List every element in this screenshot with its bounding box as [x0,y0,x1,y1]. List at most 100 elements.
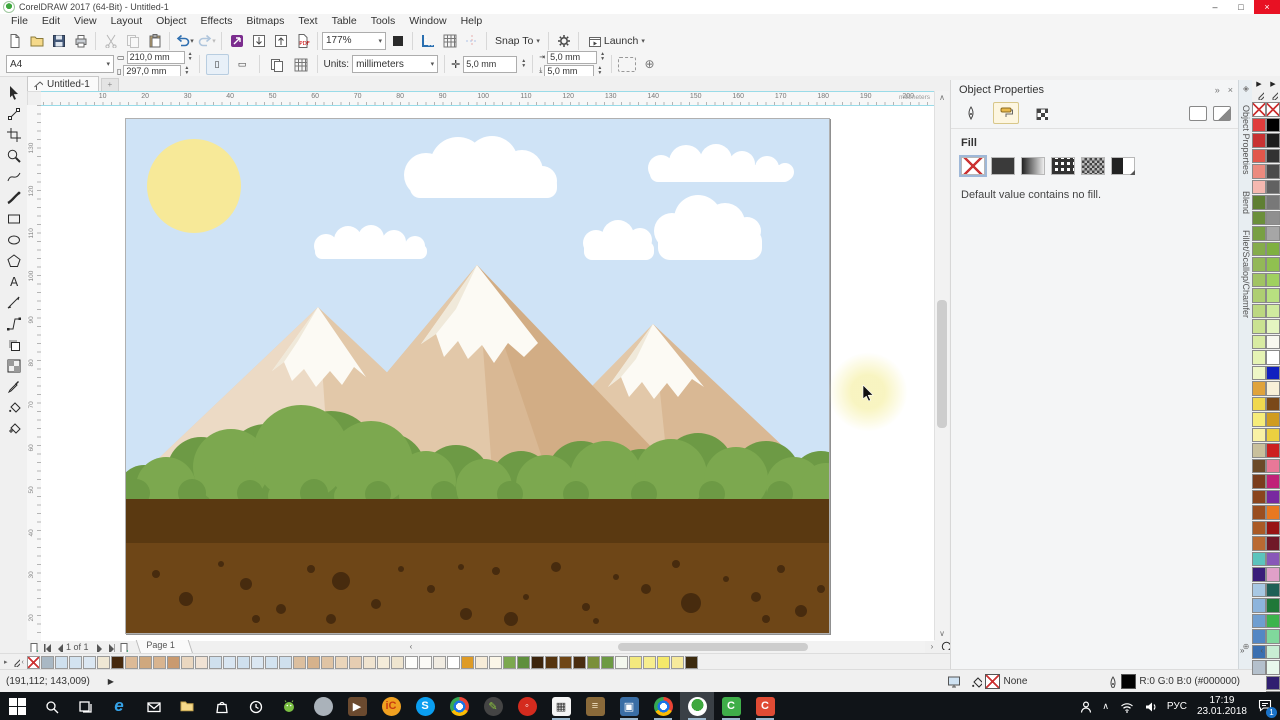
color-swatch[interactable] [1252,366,1266,381]
color-swatch[interactable] [1266,102,1280,117]
color-swatch[interactable] [447,656,460,669]
color-swatch[interactable] [111,656,124,669]
color-swatch[interactable] [489,656,502,669]
drawing-canvas[interactable] [41,105,934,641]
color-swatch[interactable] [1266,381,1280,396]
zoom-level-combo[interactable]: 177% ▾ [322,32,386,50]
minimize-button[interactable]: – [1202,0,1228,14]
menu-item[interactable]: Tools [364,14,403,29]
graph-paper-options-button[interactable]: ⊕ [639,55,660,74]
color-swatch[interactable] [1252,459,1266,474]
color-swatch[interactable] [1252,133,1266,148]
color-swatch[interactable] [1266,211,1280,226]
undo-button[interactable]: ▾ [174,31,195,50]
alarms-clock-button[interactable] [238,692,272,720]
color-swatch[interactable] [1252,319,1266,334]
language-indicator[interactable]: РУС [1167,701,1187,712]
color-swatch[interactable] [27,656,40,669]
show-guidelines-button[interactable] [461,31,482,50]
toolbox-tool[interactable] [3,231,24,248]
color-swatch[interactable] [1266,459,1280,474]
fill-section-tab[interactable] [993,102,1019,124]
color-swatch[interactable] [1266,490,1280,505]
color-swatch[interactable] [1252,660,1266,675]
color-swatch[interactable] [1266,242,1280,257]
color-swatch[interactable] [1266,567,1280,582]
color-swatch[interactable] [587,656,600,669]
color-swatch[interactable] [41,656,54,669]
import-button[interactable] [248,31,269,50]
spinner[interactable]: ▲▼ [521,59,526,69]
spinner[interactable]: ▲▼ [600,52,605,62]
color-swatch[interactable] [97,656,110,669]
docker-tab[interactable]: Object Properties [1241,97,1251,183]
next-page-icon[interactable] [91,641,102,652]
color-swatch[interactable] [1266,288,1280,303]
color-swatch[interactable] [349,656,362,669]
toolbox-tool[interactable] [3,168,24,185]
palette-expand-icon[interactable]: » [1240,646,1244,655]
color-swatch[interactable] [1266,366,1280,381]
page-size-combo[interactable]: A4 ▾ [6,55,114,73]
color-swatch[interactable] [1252,195,1266,210]
toolbox-tool[interactable] [3,126,24,143]
color-swatch[interactable] [377,656,390,669]
color-swatch[interactable] [1252,304,1266,319]
new-document-button[interactable] [4,31,25,50]
color-swatch[interactable] [657,656,670,669]
nudge-field[interactable]: 5,0 mm [463,56,517,73]
color-swatch[interactable] [83,656,96,669]
new-document-tab-button[interactable]: + [101,78,119,91]
palette-flyout-icon[interactable]: ▶ [1252,80,1266,90]
docker-tab[interactable]: Blend [1241,183,1251,222]
color-swatch[interactable] [1266,350,1280,365]
taskbar-search-button[interactable] [34,692,68,720]
color-swatch[interactable] [307,656,320,669]
eyedropper-icon[interactable] [10,657,20,667]
coreldraw-icon[interactable] [680,692,714,720]
toolbox-tool[interactable] [3,189,24,206]
ic-app-icon[interactable]: iC [374,692,408,720]
page-width-field[interactable]: 210,0 mm [127,51,185,64]
vertical-scrollbar[interactable]: ∧ ∨ [934,91,949,640]
color-swatch[interactable] [1252,273,1266,288]
action-center-button[interactable]: 1 [1257,697,1272,715]
floppy-app-icon[interactable]: ▣ [612,692,646,720]
last-page-icon[interactable] [104,641,115,652]
color-swatch[interactable] [601,656,614,669]
spinner[interactable]: ▲▼ [597,66,602,76]
color-swatch[interactable] [321,656,334,669]
paste-button[interactable] [144,31,165,50]
color-swatch[interactable] [1266,304,1280,319]
menu-item[interactable]: File [4,14,35,29]
techsmith-recorder-icon[interactable]: C [748,692,782,720]
add-page-icon[interactable] [117,641,128,652]
toolbox-tool[interactable] [3,105,24,122]
show-grid-button[interactable] [439,31,460,50]
color-swatch[interactable] [55,656,68,669]
print-button[interactable] [70,31,91,50]
color-swatch[interactable] [1266,614,1280,629]
color-swatch[interactable] [1252,505,1266,520]
color-swatch[interactable] [1266,257,1280,272]
color-swatch[interactable] [629,656,642,669]
color-swatch[interactable] [1252,180,1266,195]
all-pages-button[interactable] [266,55,287,74]
color-swatch[interactable] [363,656,376,669]
taskbar-clock[interactable]: 17:19 23.01.2018 [1197,695,1247,717]
color-swatch[interactable] [1266,505,1280,520]
color-swatch[interactable] [1266,443,1280,458]
color-swatch[interactable] [1252,567,1266,582]
color-swatch[interactable] [153,656,166,669]
snap-to-button[interactable]: Snap To ▾ [491,35,544,47]
menu-item[interactable]: View [67,14,104,29]
save-button[interactable] [48,31,69,50]
color-swatch[interactable] [643,656,656,669]
landscape-button[interactable]: ▭ [232,55,253,74]
color-swatch[interactable] [1252,118,1266,133]
uniform-fill-button[interactable] [991,157,1015,175]
color-swatch[interactable] [1252,242,1266,257]
color-swatch[interactable] [139,656,152,669]
color-swatch[interactable] [293,656,306,669]
start-button[interactable] [0,692,34,720]
